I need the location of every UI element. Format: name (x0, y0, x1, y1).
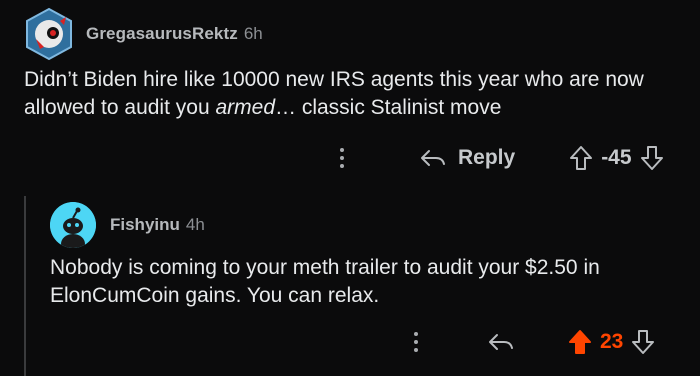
avatar[interactable] (22, 7, 76, 61)
reply-button[interactable]: Reply (420, 146, 515, 170)
comment-body-text-end: … classic Stalinist move (275, 96, 502, 119)
comment-thread: GregasaurusRektz 6h Didn’t Biden hire li… (0, 0, 700, 376)
snoo-avatar-icon (50, 202, 96, 248)
vote-controls: 23 (568, 329, 655, 355)
more-options-icon[interactable] (330, 148, 354, 168)
reply-header: Fishyinu 4h (50, 200, 205, 250)
more-options-icon[interactable] (404, 332, 428, 352)
avatar[interactable] (50, 202, 96, 248)
comment-age: 6h (243, 24, 263, 43)
thread-line[interactable] (24, 196, 26, 376)
downvote-arrow-icon[interactable] (631, 329, 655, 355)
comment-author[interactable]: GregasaurusRektz (86, 24, 238, 44)
vote-score: -45 (601, 146, 632, 169)
reply-author[interactable]: Fishyinu (110, 215, 180, 235)
reply-body: Nobody is coming to your meth trailer to… (50, 256, 600, 307)
upvote-arrow-icon[interactable] (568, 329, 592, 355)
comment-body-emphasis: armed (215, 96, 275, 119)
comment-header: GregasaurusRektz 6h (22, 6, 263, 62)
comment-actions: Reply -45 (330, 138, 690, 178)
comment-body: Didn’t Biden hire like 10000 new IRS age… (24, 66, 684, 122)
vote-score: 23 (600, 330, 624, 353)
reply-arrow-icon (420, 148, 446, 168)
downvote-arrow-icon[interactable] (640, 145, 664, 171)
reply-age: 4h (185, 215, 205, 234)
reply-label: Reply (458, 146, 516, 169)
reply-arrow-icon (488, 332, 514, 352)
reply-button[interactable] (488, 332, 514, 352)
avatar-image-icon (26, 7, 72, 61)
reply-actions: 23 (404, 322, 694, 362)
upvote-arrow-icon[interactable] (569, 145, 593, 171)
vote-controls: -45 (569, 145, 663, 171)
